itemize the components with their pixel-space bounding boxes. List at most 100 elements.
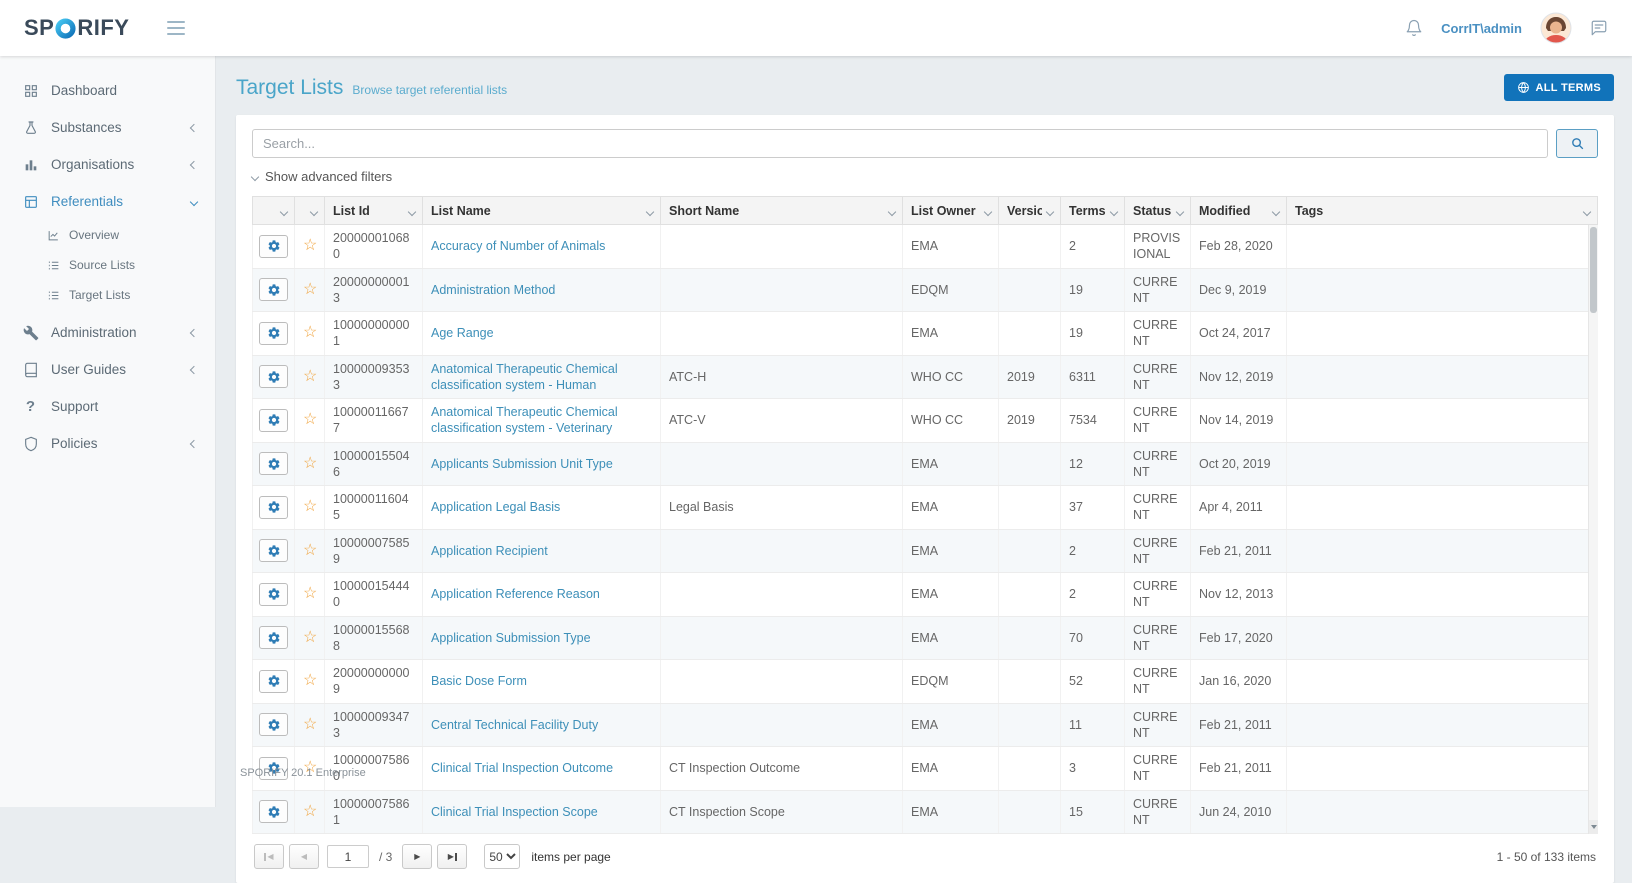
sidebar-item-organisations[interactable]: Organisations: [0, 146, 215, 183]
column-header-status[interactable]: Status ..: [1125, 197, 1191, 225]
sidebar-item-referentials[interactable]: Referentials: [0, 183, 215, 220]
sidebar-item-dashboard[interactable]: Dashboard: [0, 72, 215, 109]
column-menu-icon[interactable]: [310, 208, 318, 216]
column-header-actions[interactable]: [253, 197, 295, 225]
notifications-bell-icon[interactable]: [1405, 19, 1423, 37]
row-settings-button[interactable]: [259, 670, 288, 693]
list-name-link[interactable]: Clinical Trial Inspection Outcome: [431, 761, 613, 775]
menu-toggle-button[interactable]: [167, 21, 185, 35]
cell-list-owner: EMA: [903, 312, 999, 356]
column-menu-icon[interactable]: [1272, 208, 1280, 216]
favorite-star-icon[interactable]: ☆: [303, 281, 317, 298]
favorite-star-icon[interactable]: ☆: [303, 237, 317, 254]
favorite-star-icon[interactable]: ☆: [303, 629, 317, 646]
column-header-short_name[interactable]: Short Name: [661, 197, 903, 225]
column-header-list_id[interactable]: List Id: [325, 197, 423, 225]
list-name-link[interactable]: Accuracy of Number of Animals: [431, 239, 605, 253]
row-settings-button[interactable]: [259, 365, 288, 388]
column-header-favorite[interactable]: [295, 197, 325, 225]
row-settings-button[interactable]: [259, 278, 288, 301]
row-settings-button[interactable]: [259, 322, 288, 345]
column-menu-icon[interactable]: [1583, 208, 1591, 216]
table-row: ☆100000155046Applicants Submission Unit …: [253, 442, 1598, 486]
advanced-filters-toggle[interactable]: Show advanced filters: [252, 169, 1598, 184]
column-menu-icon[interactable]: [888, 208, 896, 216]
list-name-link[interactable]: Anatomical Therapeutic Chemical classifi…: [431, 362, 618, 392]
row-settings-button[interactable]: [259, 713, 288, 736]
search-input[interactable]: [252, 129, 1548, 158]
column-header-version[interactable]: Version: [999, 197, 1061, 225]
all-terms-button[interactable]: ALL TERMS: [1504, 74, 1614, 101]
next-page-button[interactable]: ▶: [402, 844, 432, 869]
main-content: Target Lists Browse target referential l…: [216, 56, 1632, 807]
column-menu-icon[interactable]: [1046, 208, 1054, 216]
list-name-link[interactable]: Basic Dose Form: [431, 674, 527, 688]
search-button[interactable]: [1556, 129, 1598, 158]
sidebar-item-substances[interactable]: Substances: [0, 109, 215, 146]
row-settings-button[interactable]: [259, 452, 288, 475]
page-number-input[interactable]: [327, 845, 369, 868]
vertical-scrollbar[interactable]: [1588, 225, 1598, 834]
favorite-star-icon[interactable]: ☆: [303, 672, 317, 689]
chat-bubble-icon[interactable]: [1590, 19, 1608, 37]
column-menu-icon[interactable]: [1110, 208, 1118, 216]
column-header-list_name[interactable]: List Name: [423, 197, 661, 225]
cell-list-owner: EMA: [903, 747, 999, 791]
list-name-link[interactable]: Applicants Submission Unit Type: [431, 457, 613, 471]
current-user-label[interactable]: CorrIT\admin: [1441, 21, 1522, 36]
list-name-link[interactable]: Administration Method: [431, 283, 555, 297]
cell-status: CURRENT: [1125, 703, 1191, 747]
column-menu-icon[interactable]: [280, 208, 288, 216]
list-name-link[interactable]: Application Recipient: [431, 544, 548, 558]
gear-icon: [267, 674, 281, 688]
favorite-star-icon[interactable]: ☆: [303, 368, 317, 385]
cell-status: CURRENT: [1125, 573, 1191, 617]
sidebar-item-user-guides[interactable]: User Guides: [0, 351, 215, 388]
favorite-star-icon[interactable]: ☆: [303, 324, 317, 341]
favorite-star-icon[interactable]: ☆: [303, 542, 317, 559]
last-page-button[interactable]: ▶: [437, 844, 467, 869]
sidebar-submenu-referentials: Overview Source Lists Target Lists: [0, 220, 215, 314]
sidebar-item-source-lists[interactable]: Source Lists: [0, 250, 215, 280]
favorite-star-icon[interactable]: ☆: [303, 585, 317, 602]
column-header-terms[interactable]: Terms: [1061, 197, 1125, 225]
previous-page-button[interactable]: ◀: [289, 844, 319, 869]
row-settings-button[interactable]: [259, 583, 288, 606]
row-settings-button[interactable]: [259, 235, 288, 258]
first-page-button[interactable]: ◀: [254, 844, 284, 869]
cell-version: [999, 529, 1061, 573]
list-name-link[interactable]: Application Submission Type: [431, 631, 591, 645]
sidebar-item-target-lists[interactable]: Target Lists: [0, 280, 215, 310]
row-settings-button[interactable]: [259, 409, 288, 432]
favorite-star-icon[interactable]: ☆: [303, 411, 317, 428]
column-menu-icon[interactable]: [646, 208, 654, 216]
column-menu-icon[interactable]: [984, 208, 992, 216]
row-settings-button[interactable]: [259, 496, 288, 519]
sidebar-item-overview[interactable]: Overview: [0, 220, 215, 250]
list-name-link[interactable]: Central Technical Facility Duty: [431, 718, 598, 732]
sidebar-item-policies[interactable]: Policies: [0, 425, 215, 462]
list-name-link[interactable]: Application Legal Basis: [431, 500, 560, 514]
list-name-link[interactable]: Application Reference Reason: [431, 587, 600, 601]
column-header-modified[interactable]: Modified: [1191, 197, 1287, 225]
favorite-star-icon[interactable]: ☆: [303, 455, 317, 472]
sidebar-item-administration[interactable]: Administration: [0, 314, 215, 351]
list-name-link[interactable]: Anatomical Therapeutic Chemical classifi…: [431, 405, 618, 435]
column-menu-icon[interactable]: [408, 208, 416, 216]
favorite-star-icon[interactable]: ☆: [303, 803, 317, 820]
row-settings-button[interactable]: [259, 800, 288, 823]
scrollbar-down-arrow[interactable]: [1589, 820, 1598, 834]
favorite-star-icon[interactable]: ☆: [303, 716, 317, 733]
row-settings-button[interactable]: [259, 539, 288, 562]
list-name-link[interactable]: Age Range: [431, 326, 494, 340]
column-header-tags[interactable]: Tags: [1287, 197, 1598, 225]
user-avatar[interactable]: [1540, 12, 1572, 44]
scrollbar-thumb[interactable]: [1590, 227, 1597, 313]
row-settings-button[interactable]: [259, 626, 288, 649]
column-header-list_owner[interactable]: List Owner: [903, 197, 999, 225]
cell-tags: [1287, 399, 1598, 443]
favorite-star-icon[interactable]: ☆: [303, 498, 317, 515]
column-menu-icon[interactable]: [1176, 208, 1184, 216]
page-size-select[interactable]: 50: [484, 844, 520, 869]
sidebar-item-support[interactable]: ? Support: [0, 388, 215, 425]
